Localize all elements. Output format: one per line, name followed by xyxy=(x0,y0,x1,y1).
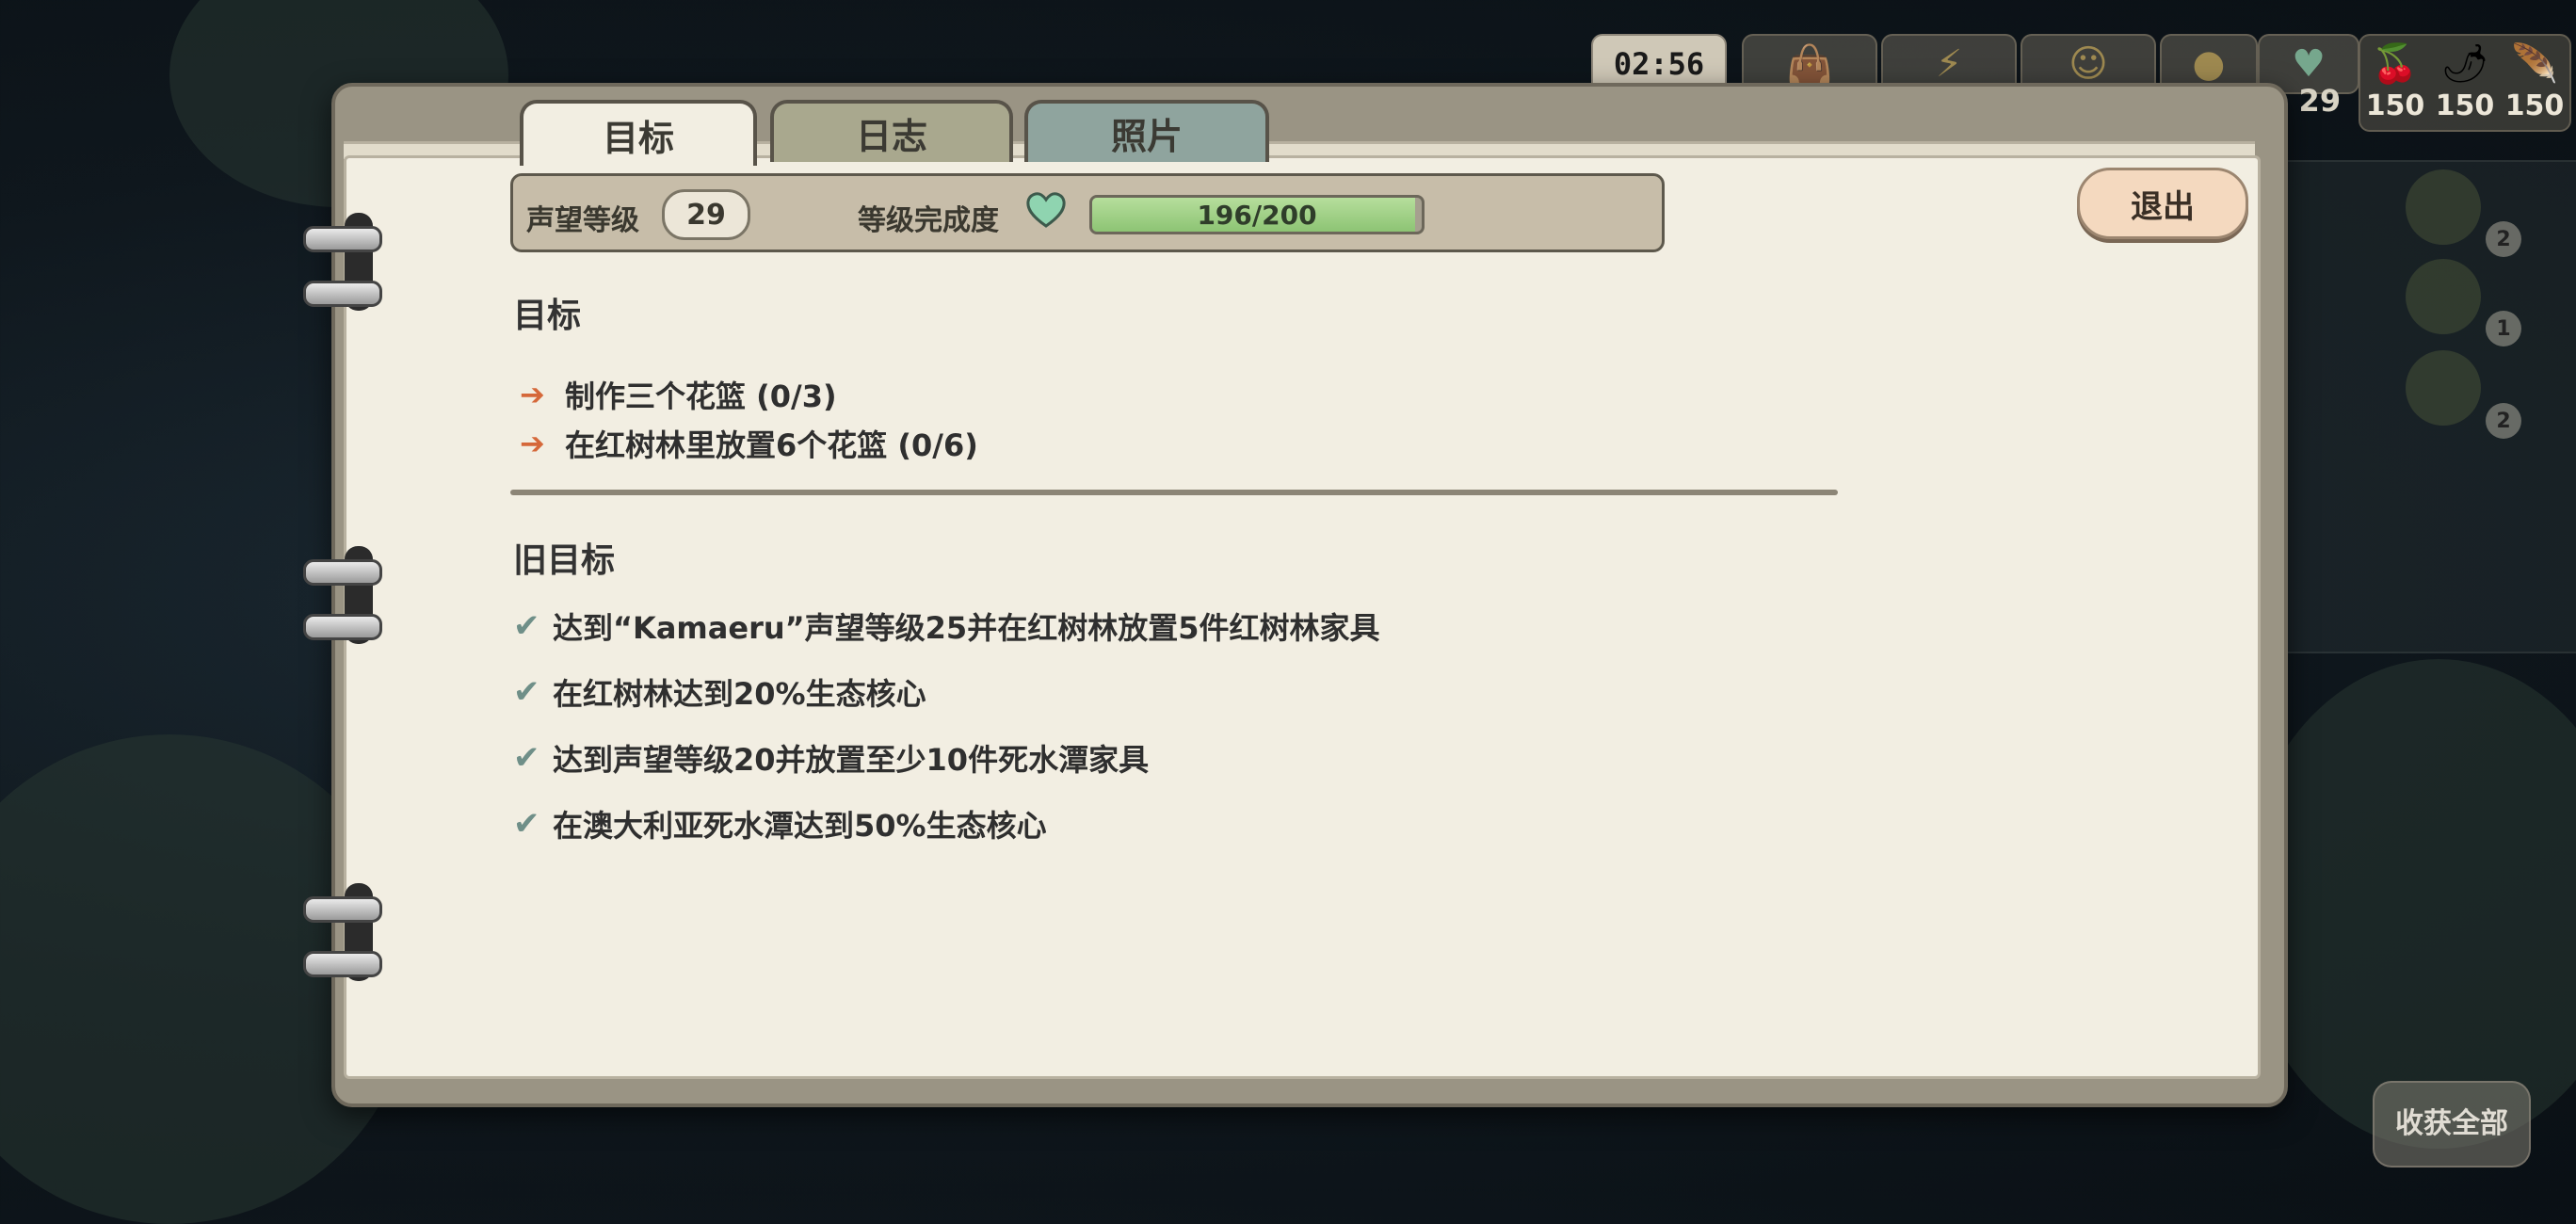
exit-button[interactable]: 退出 xyxy=(2077,168,2248,239)
arrow-icon: ➔ xyxy=(520,426,545,461)
completed-goal-text: 达到“Kamaeru”声望等级25并在红树林放置5件红树林家具 xyxy=(553,610,1380,646)
check-icon: ✔ xyxy=(513,805,540,843)
tab-photos[interactable]: 照片 xyxy=(1024,100,1269,162)
tab-log[interactable]: 日志 xyxy=(770,100,1013,162)
side-plant-item[interactable] xyxy=(2406,350,2481,426)
reputation-bar: 声望等级 29 等级完成度 196/200 xyxy=(510,173,1665,252)
binder-ring xyxy=(301,546,382,644)
reputation-level-label: 声望等级 xyxy=(526,204,639,237)
completed-goal-text: 在澳大利亚死水潭达到50%生态核心 xyxy=(553,808,1047,844)
level-progress-bar: 196/200 xyxy=(1089,195,1425,234)
goals-heading: 目标 xyxy=(513,297,582,335)
coin-icon: ● xyxy=(2192,42,2226,86)
goal-text: 制作三个花篮 (0/3) xyxy=(565,378,837,414)
heart-icon xyxy=(1026,192,1066,228)
check-icon: ✔ xyxy=(513,673,540,711)
side-plant-item[interactable] xyxy=(2406,259,2481,334)
binder-ring xyxy=(301,883,382,981)
level-completion-label: 等级完成度 xyxy=(858,204,999,237)
completed-goal-item: ✔ 在红树林达到20%生态核心 xyxy=(513,670,926,714)
side-item-count: 2 xyxy=(2486,403,2521,439)
completed-goal-item: ✔ 达到声望等级20并放置至少10件死水潭家具 xyxy=(513,736,1149,780)
goal-text: 在红树林里放置6个花篮 (0/6) xyxy=(565,427,978,463)
background-building xyxy=(2241,160,2576,653)
level-progress-text: 196/200 xyxy=(1197,199,1317,231)
completed-goal-item: ✔ 达到“Kamaeru”声望等级25并在红树林放置5件红树林家具 xyxy=(513,604,1379,648)
tab-goals[interactable]: 目标 xyxy=(520,100,757,166)
side-item-count: 2 xyxy=(2486,221,2521,257)
side-plant-item[interactable] xyxy=(2406,169,2481,245)
completed-goal-text: 在红树林达到20%生态核心 xyxy=(553,676,926,712)
resource-counters: 🍒 🌶 🪶 150 150 150 xyxy=(2359,34,2571,132)
berries-icon: 🍒 xyxy=(2371,42,2419,86)
completed-goal-item: ✔ 在澳大利亚死水潭达到50%生态核心 xyxy=(513,802,1047,846)
reputation-level-value: 29 xyxy=(662,189,750,240)
check-icon: ✔ xyxy=(513,607,540,645)
heart-icon: ♥ xyxy=(2292,42,2326,86)
old-goals-heading: 旧目标 xyxy=(513,541,616,580)
pepper-count: 150 xyxy=(2435,89,2495,122)
feather-icon: 🪶 xyxy=(2511,42,2559,86)
goal-item: ➔ 在红树林里放置6个花篮 (0/6) xyxy=(520,422,978,465)
side-item-count: 1 xyxy=(2486,311,2521,346)
check-icon: ✔ xyxy=(513,739,540,777)
berries-count: 150 xyxy=(2365,89,2425,122)
character-icon: ☺ xyxy=(2069,42,2108,86)
lightning-icon: ⚡ xyxy=(1935,42,1963,86)
section-divider xyxy=(510,490,1838,495)
binder-ring xyxy=(301,213,382,311)
arrow-icon: ➔ xyxy=(520,377,545,412)
background-foliage xyxy=(2241,659,2576,1149)
bag-icon: 👜 xyxy=(1786,42,1833,87)
pepper-icon: 🌶 xyxy=(2440,42,2489,86)
completed-goal-text: 达到声望等级20并放置至少10件死水潭家具 xyxy=(553,742,1150,778)
goal-item: ➔ 制作三个花篮 (0/3) xyxy=(520,373,837,416)
harvest-all-button[interactable]: 收获全部 xyxy=(2373,1081,2531,1168)
feather-count: 150 xyxy=(2504,89,2565,122)
